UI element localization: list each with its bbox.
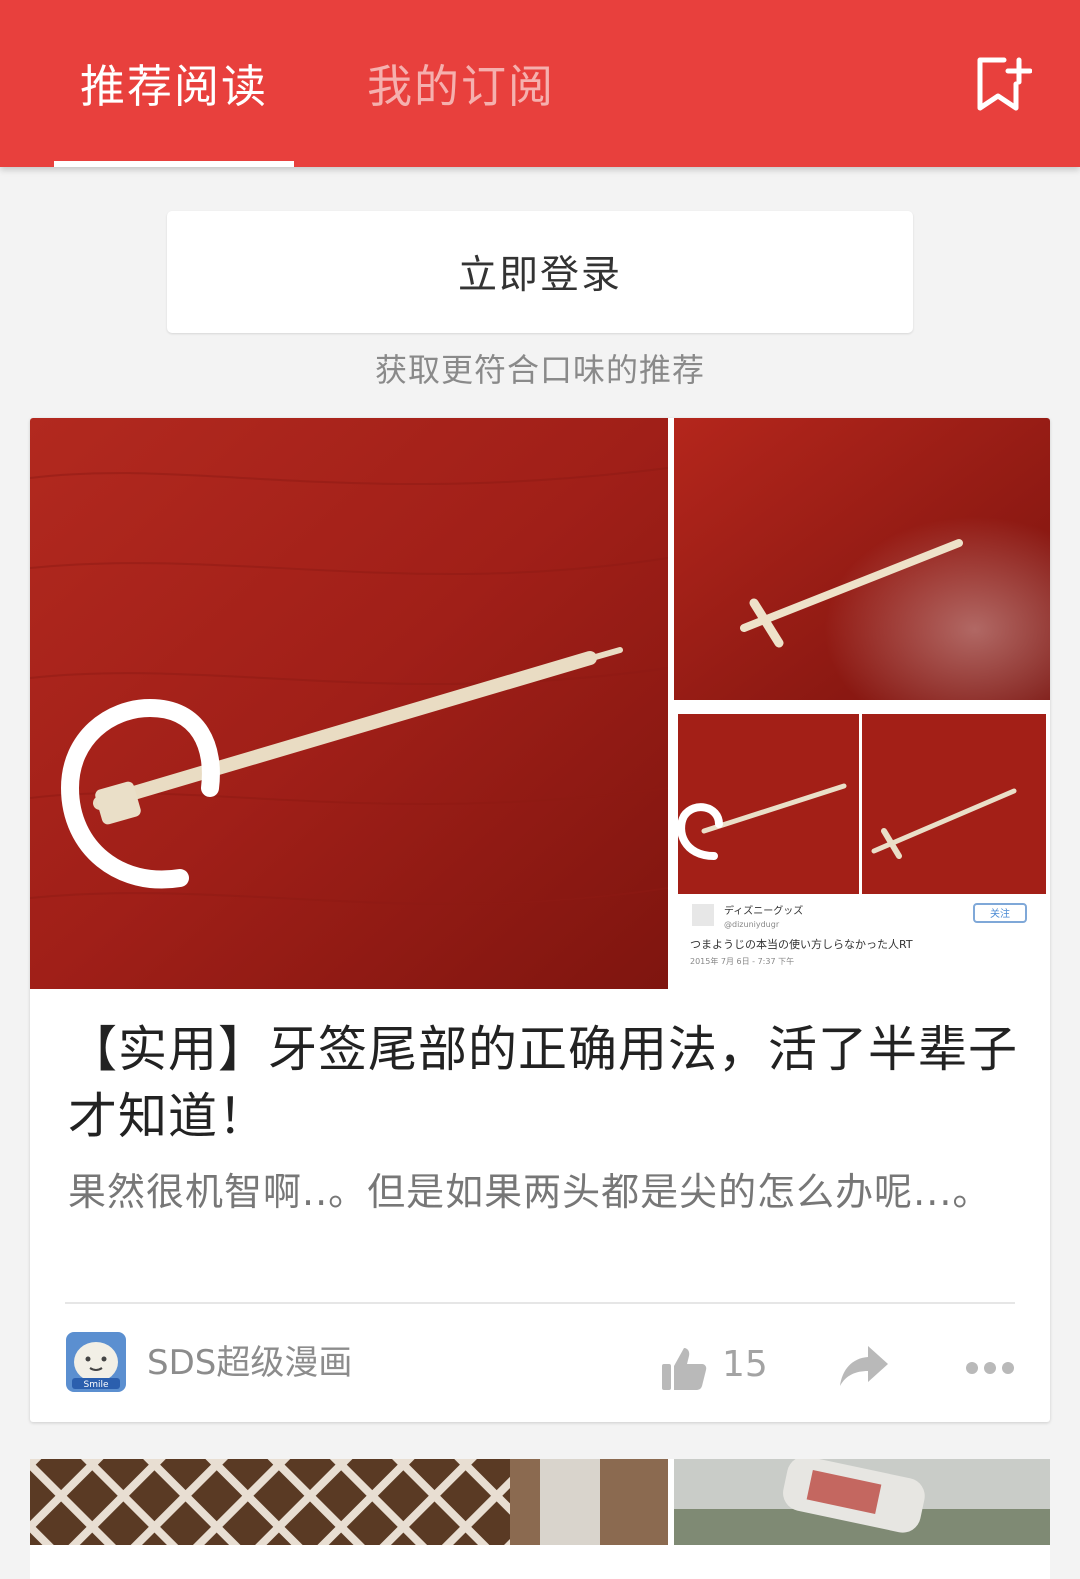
- article-summary: 果然很机智啊..。但是如果两头都是尖的怎么办呢...。: [68, 1170, 992, 1214]
- like-count: 15: [722, 1344, 768, 1385]
- login-hint: 获取更符合口味的推荐: [374, 351, 705, 389]
- avatar-text: Smile: [83, 1380, 108, 1390]
- tweet-date: 2015年 7月 6日 - 7:37 下午: [690, 956, 794, 966]
- article-image-tweet[interactable]: 关注 ディズニーグッズ @dizuniydugr つまようじの本当の使い方しらな…: [674, 706, 1050, 989]
- tweet-follow: 关注: [990, 907, 1010, 920]
- tweet-name: ディズニーグッズ: [724, 904, 803, 917]
- tab-recommended[interactable]: 推荐阅读: [80, 52, 268, 122]
- next-article-image-main[interactable]: [30, 1459, 668, 1545]
- more-dots-icon[interactable]: [965, 1360, 1015, 1376]
- next-article-image-secondary[interactable]: [674, 1459, 1050, 1545]
- article-card[interactable]: 关注 ディズニーグッズ @dizuniydugr つまようじの本当の使い方しらな…: [30, 418, 1050, 1422]
- bookmark-add-icon[interactable]: [970, 54, 1033, 116]
- article-footer: Smile SDS超级漫画 15: [30, 1304, 1050, 1422]
- author-name[interactable]: SDS超级漫画: [147, 1338, 352, 1388]
- share-arrow-icon[interactable]: [838, 1342, 890, 1390]
- tab-subscriptions[interactable]: 我的订阅: [367, 52, 555, 122]
- top-bar: 推荐阅读 我的订阅: [0, 0, 1080, 167]
- active-tab-indicator: [54, 161, 294, 167]
- tweet-text: つまようじの本当の使い方しらなかった人RT: [690, 937, 913, 951]
- article-image-secondary[interactable]: [674, 418, 1050, 700]
- thumbs-up-icon[interactable]: [660, 1344, 708, 1392]
- article-image-main[interactable]: [30, 418, 668, 989]
- tweet-handle: @dizuniydugr: [724, 920, 780, 929]
- next-article-card[interactable]: [30, 1459, 1050, 1579]
- avatar[interactable]: Smile: [66, 1332, 126, 1392]
- article-title[interactable]: 【实用】牙签尾部的正确用法，活了半辈子才知道！: [68, 1016, 1018, 1150]
- login-button[interactable]: 立即登录: [167, 211, 913, 333]
